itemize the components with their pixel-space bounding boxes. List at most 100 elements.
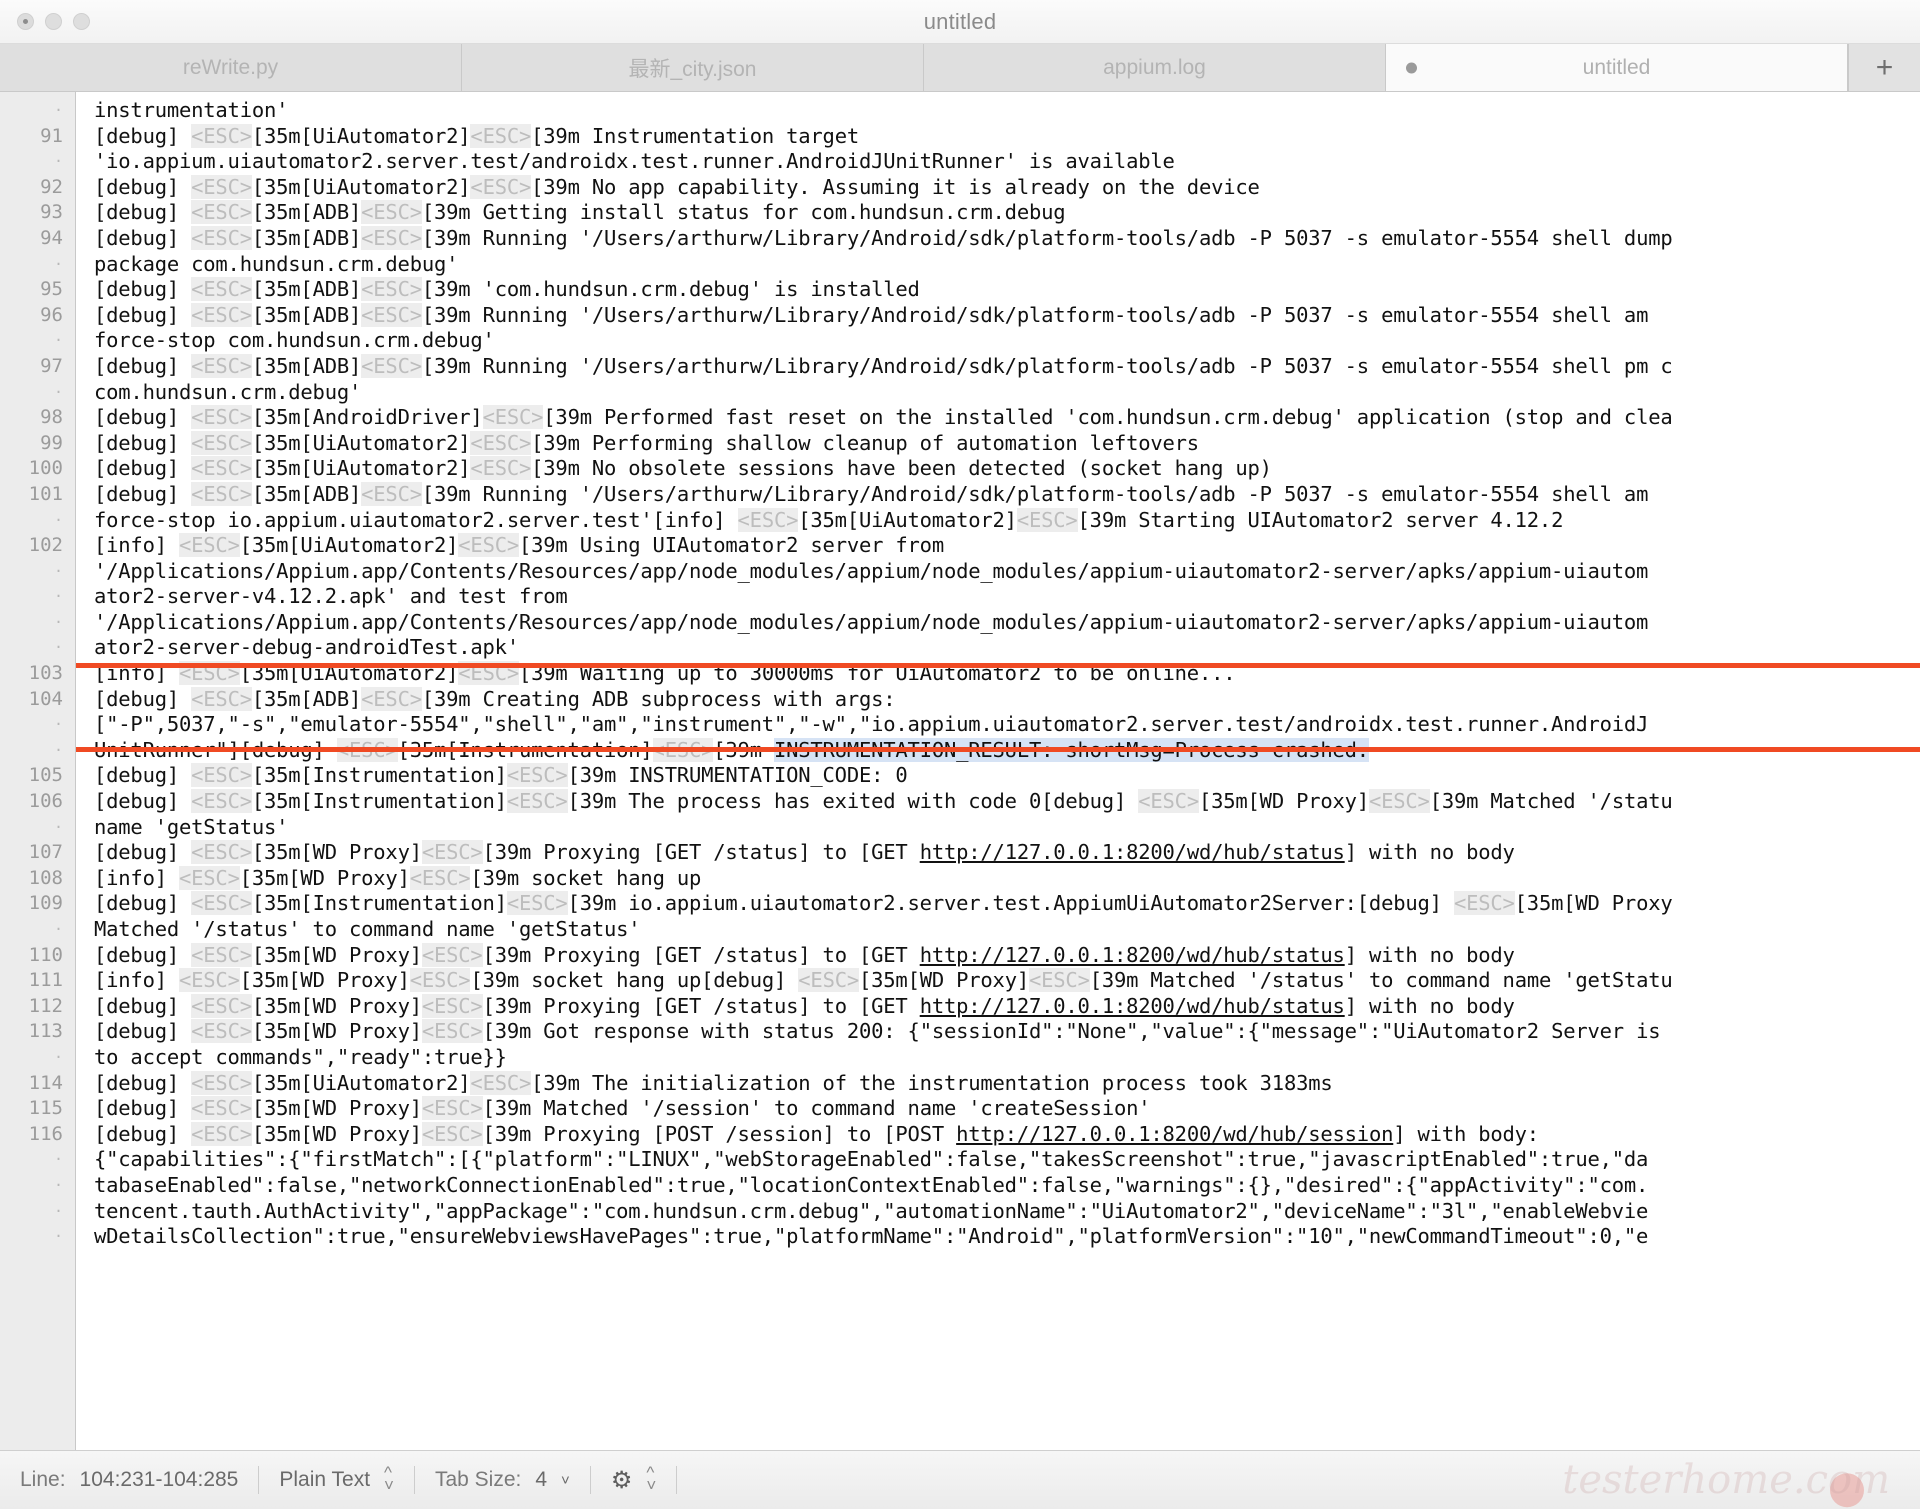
wrapped-line-marker: ·: [53, 817, 63, 836]
code-line: [info] <ESC>[35m[UiAutomator2]<ESC>[39m …: [94, 661, 1920, 687]
settings-group[interactable]: ⚙ ^ ˅: [591, 1451, 676, 1509]
escape-sequence-token: <ESC>: [482, 405, 544, 430]
new-tab-button[interactable]: +: [1848, 44, 1920, 91]
code-text: [35m[WD Proxy]: [239, 968, 410, 993]
code-line: Matched '/status' to command name 'getSt…: [94, 917, 1920, 943]
maximize-window-button[interactable]: [73, 13, 90, 30]
code-text: [39m Proxying [POST /session] to [POST: [482, 1121, 957, 1146]
code-text: [35m[WD Proxy]: [251, 993, 422, 1018]
line-number: 114: [28, 1071, 63, 1094]
gear-icon[interactable]: ⚙: [611, 1466, 633, 1495]
tab-rewrite-py[interactable]: reWrite.py: [0, 44, 462, 91]
escape-sequence-token: <ESC>: [191, 763, 252, 788]
wrapped-line-marker: ·: [53, 715, 63, 734]
code-text: [debug]: [94, 1070, 192, 1095]
chevron-down-icon[interactable]: ˅: [561, 1472, 570, 1489]
syntax-mode-value: Plain Text: [279, 1468, 371, 1491]
escape-sequence-token: <ESC>: [191, 942, 252, 967]
wrapped-line-marker: ·: [53, 587, 63, 606]
code-text: force-stop io.appium.uiautomator2.server…: [94, 507, 738, 532]
code-text: [debug]: [94, 789, 192, 814]
code-text: [39m: [713, 737, 774, 762]
code-text: [35m[UiAutomator2]: [251, 123, 471, 148]
minimize-window-button[interactable]: [45, 13, 62, 30]
code-text: [35m[ADB]: [251, 302, 362, 327]
code-text: [debug]: [94, 225, 192, 250]
tab-city-json[interactable]: 最新_city.json: [462, 44, 924, 91]
code-text: wDetailsCollection":true,"ensureWebviews…: [94, 1224, 1649, 1249]
escape-sequence-token: <ESC>: [361, 225, 422, 250]
url-link[interactable]: http://127.0.0.1:8200/wd/hub/status: [920, 840, 1345, 864]
code-text: ] with body:: [1393, 1121, 1539, 1146]
wrapped-line-marker: ·: [53, 1047, 63, 1066]
code-text: [35m[WD Proxy]: [239, 865, 410, 890]
code-line: [debug] <ESC>[35m[Instrumentation]<ESC>[…: [94, 789, 1920, 815]
code-text: [info]: [94, 661, 179, 686]
code-text: [35m[ADB]: [251, 686, 362, 711]
escape-sequence-token: <ESC>: [191, 225, 252, 250]
code-text: [debug]: [94, 1096, 192, 1121]
code-text: [35m[UiAutomator2]: [239, 533, 459, 558]
code-text: [35m[WD Proxy]: [251, 1096, 422, 1121]
code-line: [debug] <ESC>[35m[WD Proxy]<ESC>[39m Pro…: [94, 942, 1920, 969]
escape-sequence-token: <ESC>: [737, 507, 799, 532]
watermark-text: testerhome.com: [1562, 1457, 1890, 1503]
wrapped-line-marker: ·: [53, 638, 63, 657]
code-text: instrumentation': [94, 98, 289, 122]
code-text: ator2-server-debug-androidTest.apk': [94, 635, 519, 660]
line-position-group[interactable]: Line: 104:231-104:285: [0, 1451, 258, 1509]
escape-sequence-token: <ESC>: [191, 277, 252, 302]
escape-sequence-token: <ESC>: [191, 123, 252, 148]
escape-sequence-token: <ESC>: [191, 891, 252, 916]
tab-size-label: Tab Size:: [434, 1468, 522, 1491]
code-text: [35m[ADB]: [251, 481, 362, 506]
escape-sequence-token: <ESC>: [421, 840, 483, 865]
code-line: [debug] <ESC>[35m[ADB]<ESC>[39m Running …: [94, 302, 1920, 329]
tab-untitled[interactable]: untitled: [1386, 44, 1848, 91]
line-number: 100: [28, 457, 63, 480]
escape-sequence-token: <ESC>: [421, 993, 483, 1018]
code-content[interactable]: instrumentation' [debug] <ESC>[35m[UiAuto…: [76, 92, 1920, 1450]
code-line: '/Applications/Appium.app/Contents/Resou…: [94, 610, 1920, 636]
code-line: [debug] <ESC>[35m[Instrumentation]<ESC>[…: [94, 891, 1920, 917]
wrapped-line-marker: ·: [53, 152, 63, 171]
tab-label: 最新_city.json: [628, 57, 757, 81]
code-line: to accept commands","ready":true}}: [94, 1045, 1920, 1071]
code-text: [39m The process has exited with code 0[…: [567, 789, 1139, 814]
escape-sequence-token: <ESC>: [470, 1070, 532, 1095]
chevron-updown-icon[interactable]: ^ ˅: [384, 1464, 394, 1493]
code-text: [debug]: [94, 174, 192, 199]
escape-sequence-token: <ESC>: [191, 302, 252, 327]
code-line: [debug] <ESC>[35m[ADB]<ESC>[39m Running …: [94, 225, 1920, 252]
url-link[interactable]: http://127.0.0.1:8200/wd/hub/status: [920, 943, 1345, 967]
url-link[interactable]: http://127.0.0.1:8200/wd/hub/status: [920, 994, 1345, 1018]
code-line: [debug] <ESC>[35m[UiAutomator2]<ESC>[39m…: [94, 174, 1920, 201]
code-line: [debug] <ESC>[35m[Instrumentation]<ESC>[…: [94, 763, 1920, 789]
chevron-updown-icon[interactable]: ^ ˅: [646, 1464, 656, 1493]
tab-bar: reWrite.py 最新_city.json appium.log untit…: [0, 44, 1920, 92]
code-line: ["-P",5037,"-s","emulator-5554","shell",…: [94, 712, 1920, 738]
tab-appium-log[interactable]: appium.log: [924, 44, 1386, 91]
syntax-mode-selector[interactable]: Plain Text ^ ˅: [259, 1451, 414, 1509]
url-link[interactable]: http://127.0.0.1:8200/wd/hub/session: [956, 1122, 1393, 1146]
code-text: [35m[WD Proxy]: [251, 840, 422, 865]
escape-sequence-token: <ESC>: [470, 430, 532, 455]
code-text: [debug]: [94, 456, 192, 481]
close-window-button[interactable]: [17, 13, 34, 30]
wrapped-line-marker: ·: [53, 382, 63, 401]
app-window: untitled reWrite.py 最新_city.json appium.…: [0, 0, 1920, 1509]
code-text: [35m[WD Proxy]: [251, 1121, 422, 1146]
line-number: 92: [40, 175, 63, 198]
editor-area[interactable]: · 91 · 92 93 94 · 95 96 · 97 · 98 99 100 101 · 102 · · · · 103…: [0, 92, 1920, 1450]
code-text: [39m Running '/Users/arthurw/Library/And…: [421, 353, 1673, 378]
escape-sequence-token: <ESC>: [361, 200, 422, 225]
code-text: [39m Got response with status 200: {"ses…: [482, 1019, 1673, 1044]
code-text: [39m No obsolete sessions have been dete…: [531, 456, 1272, 481]
line-number: 95: [40, 278, 63, 301]
code-text: ] with no body: [1344, 993, 1515, 1018]
escape-sequence-token: <ESC>: [191, 993, 252, 1018]
code-text: [39m Proxying [GET /status] to [GET: [482, 840, 920, 865]
traffic-lights: [0, 13, 90, 30]
status-bar: Line: 104:231-104:285 Plain Text ^ ˅ Tab …: [0, 1450, 1920, 1509]
tab-size-selector[interactable]: Tab Size: 4 ˅: [415, 1451, 590, 1509]
